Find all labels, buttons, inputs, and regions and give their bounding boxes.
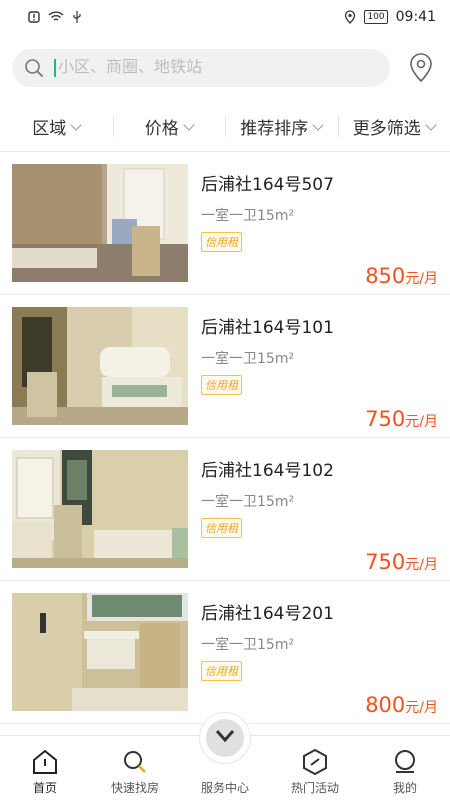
room-photo [12,593,188,711]
filter-label: 价格 [144,119,179,139]
search-input[interactable] [54,59,334,77]
battery-indicator: 100 [364,10,388,24]
price-value: 850 [365,264,406,288]
listing-item[interactable]: 后浦社164号102 一室一卫15m² 信用租 750元/月 [0,438,450,581]
price-unit: 元/月 [405,700,438,716]
bottom-tab-bar: 首页 快速找房 服务中心 热门活动 我的 [0,712,450,800]
listing-title: 后浦社164号102 [201,461,334,481]
credit-rent-badge: 信用租 [201,375,242,395]
status-icons-right: 100 09:41 [344,9,436,25]
filter-label: 区域 [32,119,67,139]
tab-label: 快速找房 [110,781,159,795]
chevron-down-icon [215,730,235,743]
filter-area[interactable]: 区域 [0,114,113,139]
search-house-icon [124,751,146,773]
usb-icon [73,11,81,23]
listing-item[interactable]: 后浦社164号201 一室一卫15m² 信用租 800元/月 [0,581,450,724]
filter-more[interactable]: 更多筛选 [337,114,450,139]
listing-layout: 一室一卫15m² [201,208,295,224]
filter-sort[interactable]: 推荐排序 [225,114,338,139]
tab-label: 首页 [32,781,57,795]
credit-rent-badge: 信用租 [201,232,242,252]
listing-item[interactable]: 后浦社164号101 一室一卫15m² 信用租 750元/月 [0,295,450,438]
room-photo [12,307,188,425]
listing-item[interactable]: 后浦社164号507 一室一卫15m² 信用租 850元/月 [0,152,450,295]
filter-price[interactable]: 价格 [112,114,226,139]
price-value: 750 [365,550,406,574]
listing-price: 750元/月 [365,407,438,431]
search-box[interactable] [12,49,390,87]
status-bar: 100 09:41 [0,0,450,34]
hexagon-icon [303,749,327,775]
listing-info: 后浦社164号101 一室一卫15m² 信用租 750元/月 [188,307,438,437]
filter-bar: 区域 价格 推荐排序 更多筛选 [0,102,450,152]
listing-info: 后浦社164号102 一室一卫15m² 信用租 750元/月 [188,450,438,580]
tab-profile[interactable]: 我的 [360,736,450,800]
tab-hot-events[interactable]: 热门活动 [270,736,360,800]
map-pin-icon [410,53,432,83]
listing-title: 后浦社164号201 [201,604,334,624]
tab-label: 服务中心 [200,781,249,795]
tab-label: 我的 [392,781,417,795]
service-center-button[interactable] [199,712,251,764]
search-row [0,34,450,102]
listing-price: 750元/月 [365,550,438,574]
listing-layout: 一室一卫15m² [201,637,295,653]
listing-title: 后浦社164号507 [201,175,334,195]
status-icons-left [28,10,82,24]
clock: 09:41 [395,9,436,25]
price-unit: 元/月 [405,414,438,430]
filter-label: 推荐排序 [240,119,309,139]
price-value: 750 [365,407,406,431]
listing-layout: 一室一卫15m² [201,494,295,510]
price-unit: 元/月 [405,557,438,573]
price-unit: 元/月 [405,271,438,287]
chevron-down-icon [183,118,195,131]
chevron-down-icon [70,118,82,131]
listing-list: 后浦社164号507 一室一卫15m² 信用租 850元/月 后浦社164号10… [0,152,450,735]
location-status-icon [345,10,356,24]
listing-info: 后浦社164号201 一室一卫15m² 信用租 800元/月 [188,593,438,723]
room-photo [12,164,188,282]
tab-service-center[interactable]: 服务中心 [180,712,270,800]
wifi-icon [48,11,64,21]
chevron-down-icon [312,118,324,131]
search-icon [25,59,44,78]
home-icon [33,749,57,774]
room-photo [12,450,188,568]
price-value: 800 [365,693,406,717]
listing-title: 后浦社164号101 [201,318,334,338]
location-button[interactable] [404,49,438,87]
listing-info: 后浦社164号507 一室一卫15m² 信用租 850元/月 [188,164,438,294]
tab-label: 热门活动 [290,781,339,795]
credit-rent-badge: 信用租 [201,661,242,681]
listing-price: 800元/月 [365,693,438,717]
chevron-down-icon [425,118,437,131]
filter-label: 更多筛选 [352,119,421,139]
tab-home[interactable]: 首页 [0,736,90,800]
notification-icon [28,11,40,23]
listing-price: 850元/月 [365,264,438,288]
user-icon [395,750,415,773]
tab-quick-search[interactable]: 快速找房 [90,736,180,800]
listing-layout: 一室一卫15m² [201,351,295,367]
credit-rent-badge: 信用租 [201,518,242,538]
